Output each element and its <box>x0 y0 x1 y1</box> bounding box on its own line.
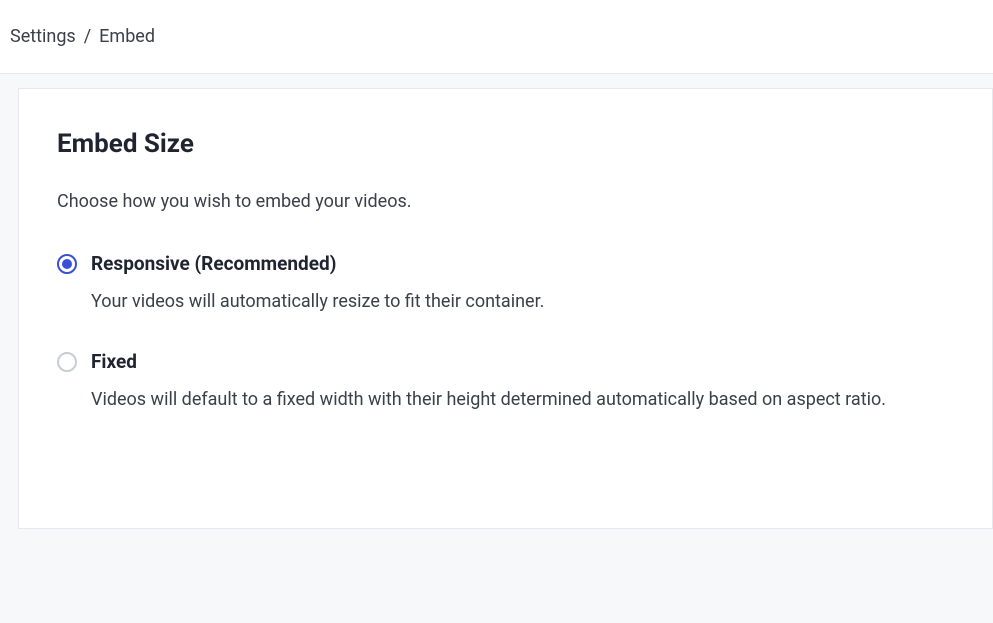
option-responsive[interactable]: Responsive (Recommended) <box>57 252 954 275</box>
page-header: Settings / Embed <box>0 0 993 74</box>
card-description: Choose how you wish to embed your videos… <box>57 191 954 212</box>
card-title: Embed Size <box>57 129 954 159</box>
radio-fixed[interactable] <box>57 352 77 372</box>
radio-label-responsive[interactable]: Responsive (Recommended) <box>91 252 336 275</box>
content-wrap: Embed Size Choose how you wish to embed … <box>0 74 993 529</box>
radio-responsive[interactable] <box>57 254 77 274</box>
option-fixed[interactable]: Fixed <box>57 350 954 373</box>
radio-label-fixed[interactable]: Fixed <box>91 350 137 373</box>
breadcrumb-current: Embed <box>99 26 155 47</box>
breadcrumb: Settings / Embed <box>10 26 983 47</box>
breadcrumb-parent[interactable]: Settings <box>10 26 76 47</box>
option-responsive-description: Your videos will automatically resize to… <box>91 289 954 314</box>
option-fixed-description: Videos will default to a fixed width wit… <box>91 387 954 412</box>
embed-size-card: Embed Size Choose how you wish to embed … <box>18 88 993 529</box>
breadcrumb-separator: / <box>84 26 91 47</box>
